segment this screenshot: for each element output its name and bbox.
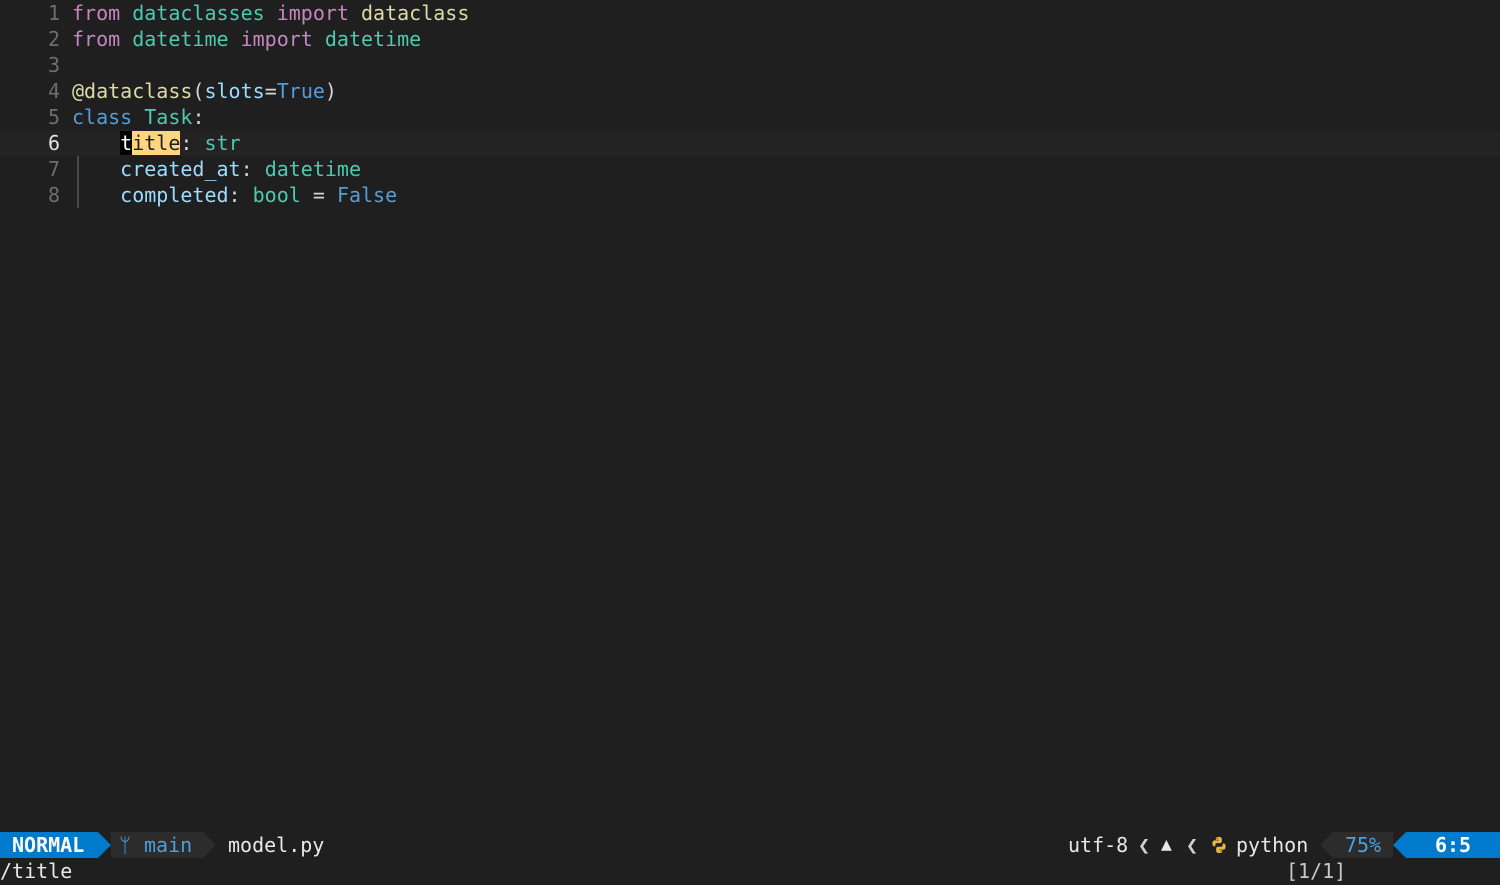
code-token: from <box>72 27 121 51</box>
search-match: itle <box>132 131 181 155</box>
search-match-count: [1/1] <box>1286 859 1347 883</box>
mode-separator-arrow <box>98 832 111 858</box>
percent-separator-arrow <box>1320 832 1333 858</box>
code-token: created_at <box>120 157 241 181</box>
code-line[interactable]: 3 <box>0 52 1500 78</box>
code-token: : <box>192 105 205 129</box>
line-number: 1 <box>47 1 60 25</box>
line-code[interactable]: created_at: datetime <box>72 156 361 182</box>
code-token: : <box>180 131 205 155</box>
code-line[interactable]: 5 class Task: <box>0 104 1500 130</box>
code-token: datetime <box>264 157 362 181</box>
line-code[interactable]: class Task: <box>72 104 204 130</box>
git-branch-segment: ᛘ main <box>111 832 203 858</box>
git-branch-name: main <box>144 833 193 857</box>
code-token: : <box>240 157 265 181</box>
code-token: ) <box>324 79 337 103</box>
position-separator-arrow <box>1393 832 1406 858</box>
code-token: dataclass <box>361 1 470 25</box>
scroll-percent: 75% <box>1333 832 1393 858</box>
line-number: 6 <box>47 131 60 155</box>
git-branch-icon: ᛘ <box>119 833 131 857</box>
code-token: import <box>240 27 313 51</box>
code-token: slots <box>204 79 265 103</box>
line-number: 4 <box>47 79 60 103</box>
code-line[interactable]: 7 created_at: datetime <box>0 156 1500 182</box>
code-token: True <box>276 79 325 103</box>
file-name: model.py <box>228 833 325 857</box>
code-token: = <box>264 79 277 103</box>
line-number: 8 <box>47 183 60 207</box>
separator-chevron-icon: ❮ <box>1186 833 1199 857</box>
line-code[interactable]: from dataclasses import dataclass <box>72 0 469 26</box>
code-line[interactable]: 4 @dataclass(slots=True) <box>0 78 1500 104</box>
python-icon <box>1212 837 1226 853</box>
line-code[interactable]: completed: bool = False <box>72 182 397 208</box>
code-token: @dataclass <box>72 79 193 103</box>
code-token: datetime <box>132 27 229 51</box>
code-token: datetime <box>324 27 422 51</box>
line-number: 5 <box>47 105 60 129</box>
mode-indicator: NORMAL <box>0 832 98 858</box>
line-number: 2 <box>47 27 60 51</box>
code-token: completed <box>120 183 229 207</box>
code-token: False <box>336 183 398 207</box>
code-token: : <box>228 183 253 207</box>
code-token: dataclasses <box>132 1 265 25</box>
line-code[interactable]: title: str <box>72 130 241 156</box>
search-command[interactable]: /title <box>0 858 72 884</box>
cursor: t <box>120 131 133 155</box>
branch-separator-arrow <box>203 832 216 858</box>
file-type: python <box>1236 833 1309 857</box>
code-token: bool <box>252 183 301 207</box>
code-line[interactable]: 6 title: str <box>0 130 1500 156</box>
command-line[interactable]: /title [1/1] <box>0 858 1500 885</box>
code-token: ( <box>192 79 205 103</box>
line-code[interactable]: @dataclass(slots=True) <box>72 78 337 104</box>
separator-chevron-icon: ❮ <box>1138 833 1151 857</box>
line-number: 3 <box>47 53 60 77</box>
line-code[interactable]: from datetime import datetime <box>72 26 421 52</box>
code-line[interactable]: 8 completed: bool = False <box>0 182 1500 208</box>
editor-area[interactable]: 1 from dataclasses import dataclass 2 from … <box>0 0 1500 832</box>
statusline: NORMAL ᛘ main model.py utf-8 ❮ ▲ ❮ pytho… <box>0 832 1500 858</box>
linux-icon: ▲ <box>1161 834 1172 855</box>
code-token: import <box>276 1 349 25</box>
code-token: class <box>72 105 133 129</box>
file-encoding: utf-8 <box>1068 833 1129 857</box>
code-line[interactable]: 2 from datetime import datetime <box>0 26 1500 52</box>
code-token: str <box>204 131 241 155</box>
cursor-position: 6:5 <box>1406 832 1500 858</box>
line-number: 7 <box>47 157 60 181</box>
code-token: Task <box>144 105 193 129</box>
code-line[interactable]: 1 from dataclasses import dataclass <box>0 0 1500 26</box>
code-token: = <box>300 183 337 207</box>
code-token: from <box>72 1 121 25</box>
